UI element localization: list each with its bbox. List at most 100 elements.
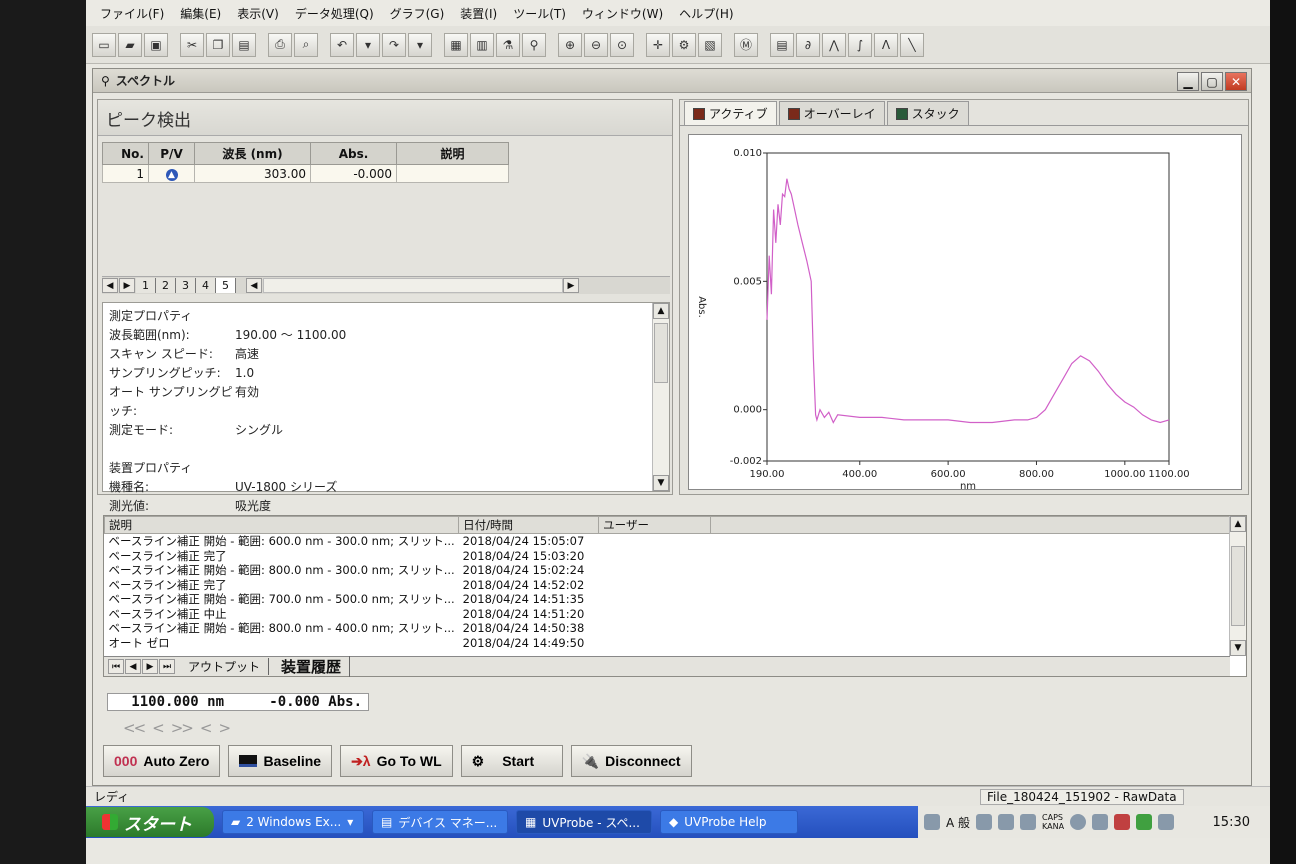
menu-view[interactable]: 表示(V) — [231, 3, 285, 24]
table-row[interactable]: オート ゼロ 2018/04/24 14:49:50 — [105, 636, 1237, 651]
menu-graph[interactable]: グラフ(G) — [384, 3, 451, 24]
spectrum-window-titlebar[interactable]: ⚲ スペクトル ▁ ▢ ✕ — [93, 69, 1251, 93]
sheet-tab-5[interactable]: 5 — [216, 278, 236, 293]
tab-active[interactable]: アクティブ — [684, 101, 777, 125]
ime-dictionary-icon[interactable] — [998, 814, 1015, 830]
zoom-in-icon[interactable]: ⊕ — [558, 32, 582, 57]
start-menu-button[interactable]: スタート — [86, 807, 214, 837]
scroll-right-icon[interactable]: ▶ — [563, 278, 579, 293]
clock[interactable]: 15:30 — [1213, 815, 1270, 830]
redo-dropdown-icon[interactable]: ▾ — [408, 32, 432, 57]
step-back-icon[interactable]: < — [200, 719, 213, 737]
security-icon[interactable] — [1114, 814, 1131, 830]
properties-icon[interactable]: ▧ — [698, 32, 722, 57]
spectrum-chart[interactable]: 190.00 400.00 600.00 800.00 1000.00 1100.00 0.… — [689, 135, 1241, 492]
menu-window[interactable]: ウィンドウ(W) — [576, 3, 669, 24]
ime-tool-icon[interactable] — [976, 814, 993, 830]
menu-tools[interactable]: ツール(T) — [507, 3, 572, 24]
instrument-icon[interactable]: ⚗ — [496, 32, 520, 57]
peak-desc[interactable] — [396, 164, 509, 183]
ime-mode[interactable]: A 般 — [946, 814, 970, 831]
table-row[interactable]: ベースライン補正 開始 - 範囲: 800.0 nm - 400.0 nm; ス… — [105, 621, 1237, 636]
minimize-button[interactable]: ▁ — [1177, 72, 1199, 91]
keyboard-icon[interactable] — [924, 814, 940, 830]
area-calc-icon[interactable]: ∫ — [848, 32, 872, 57]
tab-first-icon[interactable]: ⏮ — [108, 659, 124, 674]
display-icon[interactable] — [1136, 814, 1153, 830]
col-abs[interactable]: Abs. — [310, 142, 397, 165]
tab-instrument-history[interactable]: 装置履歴 — [273, 656, 351, 677]
tray-arrow-icon[interactable] — [1070, 814, 1087, 830]
peak-abs[interactable]: -0.000 — [310, 164, 397, 183]
scroll-thumb[interactable] — [1231, 546, 1245, 626]
task-device-manager[interactable]: ▤ デバイス マネー... — [372, 810, 508, 834]
print-icon[interactable]: ⎙ — [268, 32, 292, 57]
menu-instrument[interactable]: 装置(I) — [454, 3, 503, 24]
log-col-user[interactable]: ユーザー — [598, 516, 712, 534]
peak-type-cell[interactable]: ▲ — [148, 164, 195, 183]
baseline-icon[interactable]: ╲ — [900, 32, 924, 57]
settings-icon[interactable]: ⚙ — [672, 32, 696, 57]
redo-icon[interactable]: ↷ — [382, 32, 406, 57]
sheet-tab-2[interactable]: 2 — [156, 278, 176, 293]
print-preview-icon[interactable]: ⌕ — [294, 32, 318, 57]
start-button[interactable]: ⚙ Start — [460, 745, 563, 777]
task-uvprobe[interactable]: ▦ UVProbe - スペ... — [516, 810, 652, 834]
log-scrollbar[interactable]: ▲ ▼ — [1229, 516, 1246, 656]
copy-icon[interactable]: ❐ — [206, 32, 230, 57]
table-row[interactable]: ベースライン補正 中止 2018/04/24 14:51:20 — [105, 607, 1237, 622]
menu-data-processing[interactable]: データ処理(Q) — [289, 3, 380, 24]
disconnect-button[interactable]: 🔌 Disconnect — [570, 745, 692, 777]
undo-dropdown-icon[interactable]: ▾ — [356, 32, 380, 57]
col-no[interactable]: No. — [102, 142, 149, 165]
tab-stack[interactable]: スタック — [886, 101, 969, 125]
menu-file[interactable]: ファイル(F) — [94, 3, 170, 24]
scroll-up-icon[interactable]: ▲ — [1230, 516, 1246, 532]
network-icon[interactable] — [1092, 814, 1109, 830]
table-row[interactable]: 1 ▲ 303.00 -0.000 — [102, 164, 509, 183]
sheet-tab-1[interactable]: 1 — [136, 278, 156, 293]
tab-next-icon[interactable]: ▶ — [142, 659, 158, 674]
menu-help[interactable]: ヘルプ(H) — [673, 3, 739, 24]
maximize-button[interactable]: ▢ — [1201, 72, 1223, 91]
col-desc[interactable]: 説明 — [396, 142, 509, 165]
table-row[interactable]: ベースライン補正 完了 2018/04/24 15:03:20 — [105, 549, 1237, 564]
go-to-wl-button[interactable]: ➔λ Go To WL — [340, 745, 453, 777]
ime-help-icon[interactable] — [1020, 814, 1037, 830]
auto-zero-button[interactable]: 000 Auto Zero — [103, 745, 221, 777]
table-row[interactable]: ベースライン補正 開始 - 範囲: 700.0 nm - 500.0 nm; ス… — [105, 592, 1237, 607]
log-col-desc[interactable]: 説明 — [103, 516, 460, 534]
connect-icon[interactable]: ⚲ — [522, 32, 546, 57]
props-scrollbar[interactable]: ▲ ▼ — [652, 303, 669, 491]
table-row[interactable]: ベースライン補正 完了 2018/04/24 14:52:02 — [105, 578, 1237, 593]
peak-pick-icon[interactable]: ⋀ — [822, 32, 846, 57]
scroll-up-icon[interactable]: ▲ — [653, 303, 669, 319]
cursor-icon[interactable]: ✛ — [646, 32, 670, 57]
monitor-icon[interactable] — [1158, 814, 1175, 830]
scroll-thumb[interactable] — [654, 323, 668, 383]
scroll-down-icon[interactable]: ▼ — [1230, 640, 1246, 656]
new-file-icon[interactable]: ▭ — [92, 32, 116, 57]
tab-prev-icon[interactable]: ◀ — [102, 278, 118, 293]
tab-output[interactable]: アウトプット — [180, 658, 270, 675]
undo-icon[interactable]: ↶ — [330, 32, 354, 57]
peak-icon[interactable]: Λ — [874, 32, 898, 57]
spectrum-plot[interactable]: 190.00 400.00 600.00 800.00 1000.00 1100.00 0.… — [688, 134, 1242, 492]
table-row[interactable]: ベースライン補正 開始 - 範囲: 600.0 nm - 300.0 nm; ス… — [105, 534, 1237, 549]
method-icon[interactable]: ▦ — [444, 32, 468, 57]
tab-next-icon[interactable]: ▶ — [119, 278, 135, 293]
menu-edit[interactable]: 編集(E) — [174, 3, 227, 24]
log-col-time[interactable]: 日付/時間 — [458, 516, 600, 534]
open-folder-icon[interactable]: ▰ — [118, 32, 142, 57]
tab-overlay[interactable]: オーバーレイ — [778, 101, 885, 125]
sheet-tab-3[interactable]: 3 — [176, 278, 196, 293]
macro-icon[interactable]: Ⓜ — [734, 32, 758, 57]
sheet-tab-4[interactable]: 4 — [196, 278, 216, 293]
paste-icon[interactable]: ▤ — [232, 32, 256, 57]
col-wavelength[interactable]: 波長 (nm) — [194, 142, 311, 165]
horizontal-scrollbar[interactable]: ◀ ▶ — [246, 278, 580, 293]
report-icon[interactable]: ▤ — [770, 32, 794, 57]
scroll-track[interactable] — [263, 278, 563, 293]
task-windows-explorer[interactable]: ▰ 2 Windows Ex... ▾ — [222, 810, 364, 834]
peak-wavelength[interactable]: 303.00 — [194, 164, 311, 183]
